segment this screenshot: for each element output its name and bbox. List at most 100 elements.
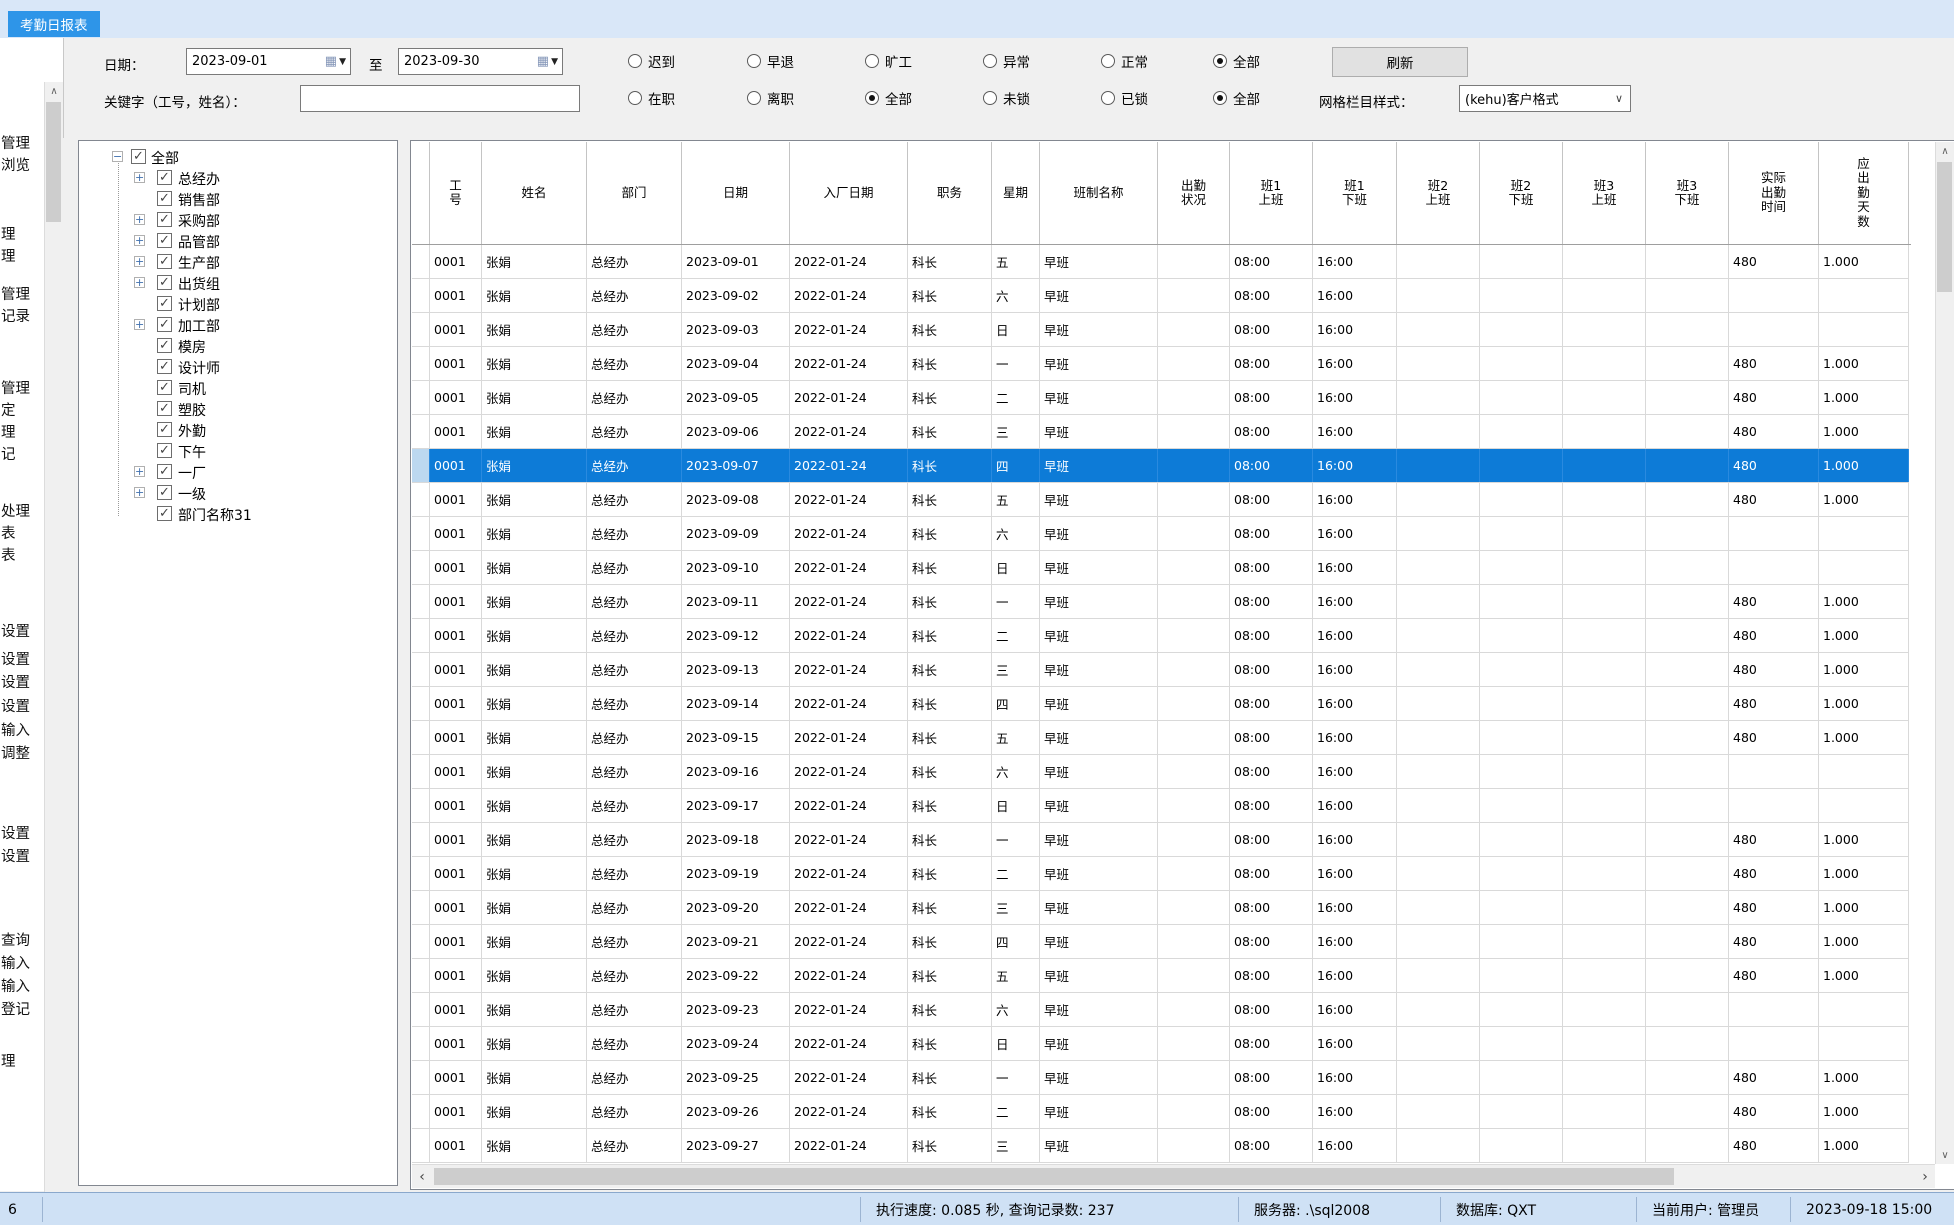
table-cell[interactable]: 08:00 <box>1230 1129 1313 1162</box>
table-cell[interactable]: 480 <box>1729 959 1819 992</box>
table-cell[interactable]: 张娟 <box>482 1129 587 1162</box>
table-cell[interactable]: 总经办 <box>587 857 682 890</box>
table-cell[interactable]: 08:00 <box>1230 347 1313 380</box>
table-cell[interactable]: 480 <box>1729 687 1819 720</box>
table-cell[interactable]: 0001 <box>430 313 482 346</box>
table-cell[interactable]: 科长 <box>908 789 992 822</box>
table-row[interactable]: 0001张娟总经办2023-09-152022-01-24科长五早班08:001… <box>412 721 1909 755</box>
collapse-icon[interactable]: − <box>112 151 123 162</box>
tree-item-采购部[interactable]: +✓采购部 <box>79 210 395 229</box>
table-cell[interactable]: 16:00 <box>1313 381 1397 414</box>
table-cell[interactable]: 早班 <box>1040 925 1158 958</box>
table-cell[interactable] <box>1158 551 1230 584</box>
table-cell[interactable]: 2023-09-27 <box>682 1129 790 1162</box>
table-cell[interactable] <box>1563 585 1646 618</box>
table-cell[interactable] <box>1646 1129 1729 1162</box>
table-cell[interactable]: 1.000 <box>1819 415 1909 448</box>
table-cell[interactable] <box>1480 789 1563 822</box>
employment-status-radio[interactable]: 在职 <box>628 88 675 108</box>
table-cell[interactable] <box>1646 551 1729 584</box>
table-cell[interactable]: 五 <box>992 959 1040 992</box>
table-cell[interactable] <box>1397 245 1480 278</box>
side-menu-item-clipped[interactable]: 输入 <box>1 975 41 996</box>
row-indicator-cell[interactable] <box>412 245 430 278</box>
table-cell[interactable]: 张娟 <box>482 313 587 346</box>
table-cell[interactable]: 二 <box>992 381 1040 414</box>
table-cell[interactable]: 科长 <box>908 925 992 958</box>
tree-item-加工部[interactable]: +✓加工部 <box>79 315 395 334</box>
table-cell[interactable]: 0001 <box>430 279 482 312</box>
table-cell[interactable]: 0001 <box>430 823 482 856</box>
table-cell[interactable]: 科长 <box>908 959 992 992</box>
table-cell[interactable]: 2023-09-03 <box>682 313 790 346</box>
table-cell[interactable]: 2023-09-07 <box>682 449 790 482</box>
table-cell[interactable]: 早班 <box>1040 653 1158 686</box>
table-cell[interactable] <box>1729 993 1819 1026</box>
grid-column-header[interactable]: 班3 上班 <box>1563 142 1646 244</box>
checkbox-checked-icon[interactable]: ✓ <box>157 191 172 206</box>
row-indicator-cell[interactable] <box>412 891 430 924</box>
table-cell[interactable]: 早班 <box>1040 1061 1158 1094</box>
table-cell[interactable]: 早班 <box>1040 1129 1158 1162</box>
side-menu-item-clipped[interactable]: 设置 <box>1 695 41 716</box>
table-cell[interactable]: 日 <box>992 1027 1040 1060</box>
radio-icon[interactable] <box>747 54 761 68</box>
side-menu-item-clipped[interactable]: 理 <box>1 245 41 266</box>
row-indicator-cell[interactable] <box>412 585 430 618</box>
table-cell[interactable]: 2022-01-24 <box>790 687 908 720</box>
table-cell[interactable] <box>1480 551 1563 584</box>
table-cell[interactable]: 六 <box>992 993 1040 1026</box>
table-cell[interactable] <box>1397 721 1480 754</box>
employment-status-radio[interactable]: 全部 <box>865 88 912 108</box>
expand-icon[interactable]: + <box>134 256 145 267</box>
employment-status-radio[interactable]: 离职 <box>747 88 794 108</box>
table-cell[interactable]: 张娟 <box>482 1095 587 1128</box>
table-cell[interactable] <box>1480 1027 1563 1060</box>
table-cell[interactable]: 三 <box>992 1129 1040 1162</box>
row-indicator-cell[interactable] <box>412 687 430 720</box>
table-cell[interactable] <box>1563 789 1646 822</box>
table-cell[interactable]: 08:00 <box>1230 891 1313 924</box>
table-cell[interactable]: 2022-01-24 <box>790 721 908 754</box>
table-cell[interactable] <box>1646 483 1729 516</box>
table-row[interactable]: 0001张娟总经办2023-09-072022-01-24科长四早班08:001… <box>412 449 1909 483</box>
table-cell[interactable] <box>1646 789 1729 822</box>
tree-item-总经办[interactable]: +✓总经办 <box>79 168 395 187</box>
table-cell[interactable]: 2023-09-19 <box>682 857 790 890</box>
row-indicator-cell[interactable] <box>412 993 430 1026</box>
table-cell[interactable]: 2023-09-24 <box>682 1027 790 1060</box>
table-cell[interactable]: 480 <box>1729 1129 1819 1162</box>
expand-icon[interactable]: + <box>134 487 145 498</box>
side-menu-item-clipped[interactable]: 记录 <box>1 305 41 326</box>
table-cell[interactable]: 2023-09-21 <box>682 925 790 958</box>
table-cell[interactable]: 科长 <box>908 891 992 924</box>
side-menu-item-clipped[interactable]: 输入 <box>1 952 41 973</box>
table-cell[interactable]: 2023-09-06 <box>682 415 790 448</box>
table-cell[interactable]: 480 <box>1729 653 1819 686</box>
expand-icon[interactable]: + <box>134 214 145 225</box>
table-cell[interactable] <box>1646 653 1729 686</box>
table-cell[interactable]: 0001 <box>430 925 482 958</box>
tree-item-部门名称31[interactable]: ✓部门名称31 <box>79 504 395 523</box>
table-cell[interactable]: 2022-01-24 <box>790 1129 908 1162</box>
table-row[interactable]: 0001张娟总经办2023-09-212022-01-24科长四早班08:001… <box>412 925 1909 959</box>
scroll-up-icon[interactable]: ∧ <box>1936 142 1954 160</box>
side-menu-item-clipped[interactable]: 理 <box>1 223 41 244</box>
table-cell[interactable]: 1.000 <box>1819 721 1909 754</box>
table-row[interactable]: 0001张娟总经办2023-09-042022-01-24科长一早班08:001… <box>412 347 1909 381</box>
table-cell[interactable]: 08:00 <box>1230 517 1313 550</box>
table-cell[interactable]: 16:00 <box>1313 721 1397 754</box>
table-cell[interactable]: 16:00 <box>1313 959 1397 992</box>
table-cell[interactable]: 08:00 <box>1230 959 1313 992</box>
table-cell[interactable]: 1.000 <box>1819 585 1909 618</box>
grid-column-header[interactable]: 班1 下班 <box>1313 142 1397 244</box>
tree-item-模房[interactable]: ✓模房 <box>79 336 395 355</box>
table-cell[interactable]: 总经办 <box>587 687 682 720</box>
row-indicator-cell[interactable] <box>412 789 430 822</box>
table-cell[interactable]: 2022-01-24 <box>790 381 908 414</box>
table-cell[interactable]: 张娟 <box>482 381 587 414</box>
radio-icon[interactable] <box>628 54 642 68</box>
side-menu-item-clipped[interactable]: 处理 <box>1 500 41 521</box>
checkbox-checked-icon[interactable]: ✓ <box>157 380 172 395</box>
table-cell[interactable] <box>1646 925 1729 958</box>
